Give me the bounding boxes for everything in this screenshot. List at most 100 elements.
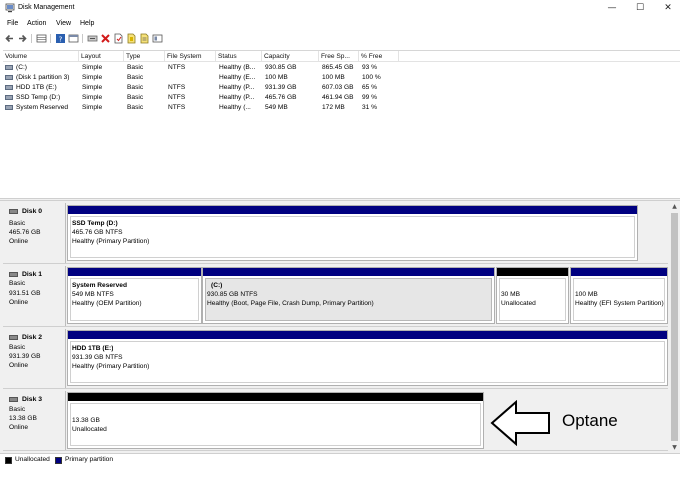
disk-icon [9,272,18,277]
disk-list-icon[interactable] [36,33,47,44]
volume-type: Basic [127,84,144,91]
partition-status: Healthy (Boot, Page File, Crash Dump, Pr… [207,300,374,307]
forward-icon[interactable] [17,33,28,44]
partition[interactable]: (C:) 930.85 GB NTFS Healthy (Boot, Page … [202,267,495,324]
scroll-thumb[interactable] [671,213,678,441]
volume-row[interactable]: SSD Temp (D:) Simple Basic NTFS Healthy … [3,93,680,103]
partition-status: Healthy (EFI System Partition) [575,300,664,307]
volume-list[interactable]: Volume Layout Type File System Status Ca… [3,50,680,198]
partition[interactable]: 30 MB Unallocated [496,267,569,324]
delete-icon[interactable] [100,33,111,44]
column-header-volume[interactable]: Volume [3,51,79,62]
partition-status: Unallocated [72,426,107,433]
partition-size: 930.85 GB NTFS [207,291,258,298]
partition[interactable]: 13.38 GB Unallocated [67,392,484,449]
disk-type: Basic [9,220,26,227]
volume-capacity: 549 MB [265,104,288,111]
menu-action[interactable]: Action [27,20,46,27]
partition[interactable]: HDD 1TB (E:) 931.39 GB NTFS Healthy (Pri… [67,330,668,386]
partition[interactable]: SSD Temp (D:) 465.76 GB NTFS Healthy (Pr… [67,205,638,261]
disk-label[interactable]: Disk 3 Basic 13.38 GB Online [3,391,66,450]
volume-capacity: 465.76 GB [265,94,297,101]
disk-icon [9,397,18,402]
disk-label[interactable]: Disk 2 Basic 931.39 GB Online [3,329,66,388]
svg-text:?: ? [59,35,63,43]
volume-free-space: 100 MB [322,74,345,81]
disk-type: Basic [9,280,26,287]
menu-view[interactable]: View [56,20,71,27]
settings-icon[interactable] [152,33,163,44]
legend-bar: Unallocated Primary partition [0,453,680,480]
disk-label[interactable]: Disk 1 Basic 931.51 GB Online [3,266,66,326]
volume-row[interactable]: (Disk 1 partition 3) Simple Basic Health… [3,73,680,83]
new-icon[interactable] [113,33,124,44]
volume-free-space: 607.03 GB [322,84,354,91]
disk-status: Online [9,238,29,245]
partition-body [70,341,665,383]
scroll-up-button[interactable]: ▲ [669,201,680,212]
properties-icon[interactable] [68,33,79,44]
legend-swatch-primary [55,457,62,464]
volume-layout: Simple [82,94,103,101]
volume-free-space: 865.45 GB [322,64,354,71]
minimize-button[interactable]: — [598,0,626,17]
partition-body [70,216,635,258]
volume-name: HDD 1TB (E:) [16,84,57,91]
volume-icon [5,85,13,90]
disk-name: Disk 0 [22,208,43,215]
toolbar-separator [50,34,51,43]
volume-icon [5,65,13,70]
volume-row[interactable]: (C:) Simple Basic NTFS Healthy (B... 930… [3,63,680,73]
volume-status: Healthy (B... [219,64,256,71]
volume-free-space: 461.94 GB [322,94,354,101]
volume-capacity: 100 MB [265,74,288,81]
maximize-button[interactable]: ☐ [626,0,654,17]
disk-type: Basic [9,406,26,413]
close-button[interactable]: ✕ [654,0,680,17]
volume-file-system: NTFS [168,94,186,101]
volume-type: Basic [127,94,144,101]
volume-layout: Simple [82,104,103,111]
volume-name: (Disk 1 partition 3) [16,74,70,81]
partition-title: HDD 1TB (E:) [72,345,114,352]
menu-file[interactable]: File [7,20,18,27]
disk-size: 465.76 GB [9,229,41,236]
menu-help[interactable]: Help [80,20,94,27]
column-header-status[interactable]: Status [216,51,262,62]
volume-layout: Simple [82,64,103,71]
volume-type: Basic [127,74,144,81]
column-header-free-space[interactable]: Free Sp... [319,51,359,62]
rescan-icon[interactable] [126,33,137,44]
disk-label[interactable]: Disk 0 Basic 465.76 GB Online [3,203,66,263]
column-header-type[interactable]: Type [124,51,165,62]
partition[interactable]: 100 MB Healthy (EFI System Partition) [570,267,668,324]
volume-row[interactable]: System Reserved Simple Basic NTFS Health… [3,103,680,113]
partition-type-bar [571,268,667,276]
volume-row[interactable]: HDD 1TB (E:) Simple Basic NTFS Healthy (… [3,83,680,93]
column-header-capacity[interactable]: Capacity [262,51,319,62]
partition-size: 931.39 GB NTFS [72,354,123,361]
help-icon[interactable]: ? [55,33,66,44]
volume-icon [5,105,13,110]
back-icon[interactable] [4,33,15,44]
volume-status: Healthy (... [219,104,251,111]
partition-size: 549 MB NTFS [72,291,114,298]
disk-name: Disk 2 [22,334,43,341]
refresh-icon[interactable] [139,33,150,44]
partition-type-bar [68,331,667,339]
column-header-file-system[interactable]: File System [165,51,216,62]
volume-status: Healthy (E... [219,74,256,81]
column-header-percent-free[interactable]: % Free [359,51,399,62]
column-header-layout[interactable]: Layout [79,51,124,62]
partition-status: Healthy (Primary Partition) [72,238,150,245]
volume-percent-free: 100 % [362,74,381,81]
partition-status: Unallocated [501,300,536,307]
scroll-down-button[interactable]: ▼ [669,442,680,453]
partition[interactable]: System Reserved 549 MB NTFS Healthy (OEM… [67,267,202,324]
volume-layout: Simple [82,74,103,81]
disk-view-scrollbar[interactable]: ▲ ▼ [669,201,680,453]
volume-file-system: NTFS [168,104,186,111]
partition-status: Healthy (OEM Partition) [72,300,142,307]
connect-icon[interactable] [87,33,98,44]
toolbar-separator [31,34,32,43]
